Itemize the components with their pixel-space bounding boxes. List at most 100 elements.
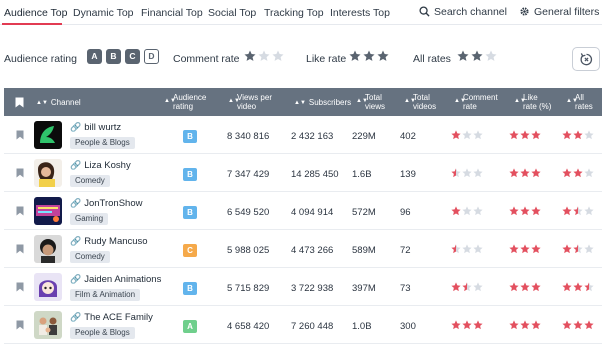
channel-avatar[interactable] (34, 311, 62, 339)
channel-name-link[interactable]: 🔗 Liza Koshy (70, 160, 131, 171)
star-icon (473, 130, 483, 140)
star-icon (451, 282, 461, 292)
table-row[interactable]: 🔗 JonTronShow Gaming B 6 549 520 4 094 91… (4, 192, 602, 230)
bookmark-icon[interactable] (16, 320, 24, 330)
total-views-value: 1.6B (352, 169, 372, 180)
star-icon (531, 282, 541, 292)
like-rate-stars (509, 320, 542, 330)
tab-interests-top[interactable]: Interests Top (330, 7, 390, 19)
all-rates-stars (562, 130, 595, 140)
tab-audience-top[interactable]: Audience Top (4, 7, 67, 19)
bookmark-icon[interactable] (16, 168, 24, 178)
all-rates-stars (562, 282, 595, 292)
channel-category-badge[interactable]: Film & Animation (70, 289, 141, 301)
star-icon (485, 50, 497, 61)
grade-filter-d[interactable]: D (144, 49, 159, 64)
star-icon (349, 50, 361, 61)
link-icon: 🔗 (70, 312, 82, 322)
bookmark-icon[interactable] (16, 206, 24, 216)
grade-filter-c[interactable]: C (125, 49, 140, 64)
half-star-icon (573, 244, 583, 254)
total-videos-value: 139 (400, 169, 416, 180)
table-row[interactable]: 🔗 bill wurtz People & Blogs B 8 340 816 2… (4, 116, 602, 154)
audience-rating-badge: A (183, 320, 197, 333)
channel-name-link[interactable]: 🔗 JonTronShow (70, 198, 142, 209)
audience-rating-badge: C (183, 244, 197, 257)
channel-avatar[interactable] (34, 197, 62, 225)
channel-category-badge[interactable]: People & Blogs (70, 137, 135, 149)
th-subscribers[interactable]: ▲▼ Subscribers (294, 98, 351, 108)
channel-avatar[interactable] (34, 121, 62, 149)
table-row[interactable]: 🔗 The ACE Family People & Blogs A 4 658 4… (4, 306, 602, 344)
like-rate-stars (509, 206, 542, 216)
comment-rate-stars (451, 168, 484, 178)
star-icon (531, 168, 541, 178)
channel-name-link[interactable]: 🔗 bill wurtz (70, 122, 121, 133)
channel-name-link[interactable]: 🔗 The ACE Family (70, 312, 153, 323)
all-rates-stars (562, 168, 595, 178)
avatar-image (34, 121, 62, 149)
table-row[interactable]: 🔗 Jaiden Animations Film & Animation B 5 … (4, 268, 602, 306)
channel-category-badge[interactable]: Comedy (70, 175, 110, 187)
channel-avatar[interactable] (34, 235, 62, 263)
table-row[interactable]: 🔗 Liza Koshy Comedy B 7 347 429 14 285 45… (4, 154, 602, 192)
subscribers-value: 7 260 448 (291, 321, 334, 332)
views-per-video-value: 5 988 025 (227, 245, 270, 256)
bookmark-icon[interactable] (16, 130, 24, 140)
avatar-image (34, 159, 62, 187)
th-channel[interactable]: ▲▼ Channel (36, 98, 81, 108)
like-rate-filter-label: Like rate (306, 53, 347, 65)
reset-icon (580, 53, 593, 66)
tab-dynamic-top[interactable]: Dynamic Top (73, 7, 134, 19)
all-rates-stars (562, 320, 595, 330)
star-icon (457, 50, 469, 61)
total-views-value: 229M (352, 131, 376, 142)
subscribers-value: 4 094 914 (291, 207, 334, 218)
channel-name-link[interactable]: 🔗 Rudy Mancuso (70, 236, 148, 247)
star-icon (562, 130, 572, 140)
star-icon (509, 168, 519, 178)
bookmark-icon[interactable] (16, 282, 24, 292)
total-views-value: 397M (352, 283, 376, 294)
general-filters-button[interactable]: General filters ▼ (519, 6, 602, 18)
subscribers-value: 3 722 938 (291, 283, 334, 294)
reset-filters-button[interactable] (572, 47, 600, 71)
star-icon (462, 168, 472, 178)
channel-category-badge[interactable]: Comedy (70, 251, 110, 263)
channel-name-link[interactable]: 🔗 Jaiden Animations (70, 274, 161, 285)
table-row[interactable]: 🔗 Rudy Mancuso Comedy C 5 988 025 4 473 2… (4, 230, 602, 268)
gear-icon (520, 7, 529, 16)
search-label: Search channel (434, 6, 507, 18)
star-icon (272, 50, 284, 61)
like-rate-stars (509, 130, 542, 140)
grade-filter-a[interactable]: A (87, 49, 102, 64)
avatar-image (34, 197, 62, 225)
tab-social-top[interactable]: Social Top (208, 7, 256, 19)
star-icon (562, 282, 572, 292)
star-icon (562, 206, 572, 216)
audience-rating-filter-label: Audience rating (4, 53, 77, 65)
star-icon (573, 282, 583, 292)
views-per-video-value: 7 347 429 (227, 169, 270, 180)
star-icon (462, 244, 472, 254)
tab-financial-top[interactable]: Financial Top (141, 7, 203, 19)
tab-tracking-top[interactable]: Tracking Top (264, 7, 324, 19)
channel-avatar[interactable] (34, 159, 62, 187)
like-rate-filter-stars[interactable] (349, 50, 391, 65)
subscribers-value: 2 432 163 (291, 131, 334, 142)
star-icon (377, 50, 389, 61)
total-videos-value: 300 (400, 321, 416, 332)
total-videos-value: 402 (400, 131, 416, 142)
channel-category-badge[interactable]: Gaming (70, 213, 109, 225)
star-icon (451, 130, 461, 140)
search-channel-button[interactable]: Search channel (419, 6, 507, 18)
star-icon (473, 320, 483, 330)
channel-category-badge[interactable]: People & Blogs (70, 327, 135, 339)
comment-rate-filter-stars[interactable] (244, 50, 286, 65)
channel-avatar[interactable] (34, 273, 62, 301)
all-rates-filter-stars[interactable] (457, 50, 499, 65)
grade-filter-b[interactable]: B (106, 49, 121, 64)
bookmark-all-icon[interactable] (15, 97, 24, 108)
star-icon (473, 282, 483, 292)
bookmark-icon[interactable] (16, 244, 24, 254)
